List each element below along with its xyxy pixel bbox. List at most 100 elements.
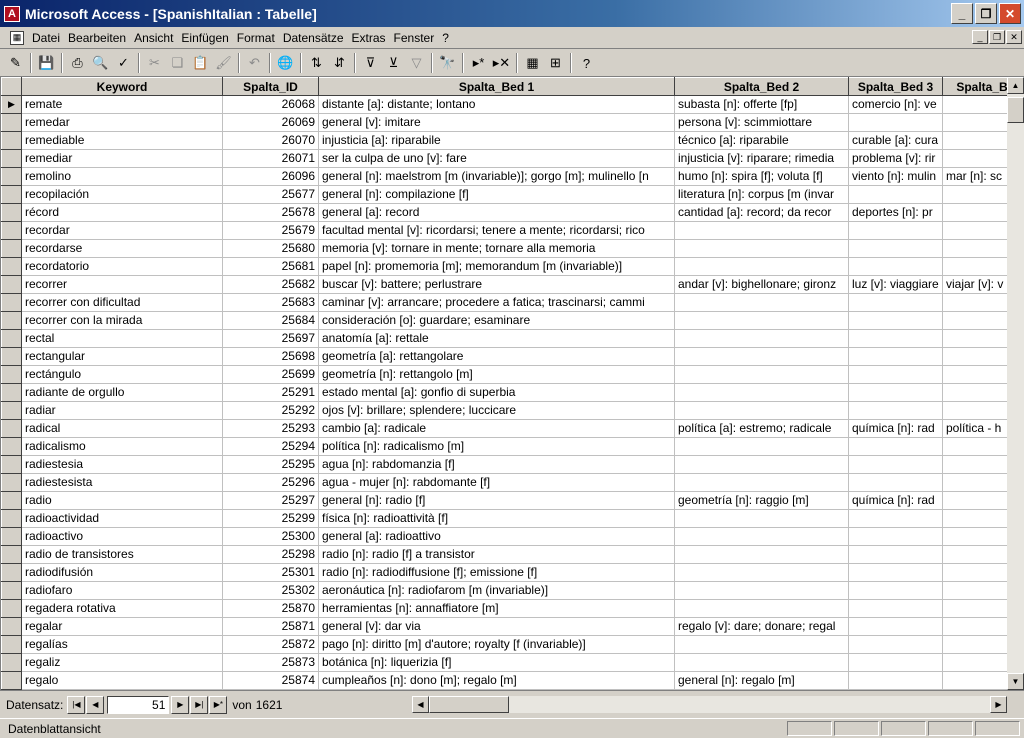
vertical-scrollbar[interactable]: ▲ ▼ — [1007, 77, 1024, 690]
cell-bed2[interactable] — [674, 257, 849, 276]
table-row[interactable]: radioactividad 25299 física [n]: radioatti… — [1, 509, 1007, 528]
cell-bed2[interactable] — [674, 347, 849, 366]
help-icon[interactable]: ? — [575, 52, 598, 74]
save-icon[interactable]: 💾 — [35, 52, 58, 74]
table-row[interactable]: regalar 25871 general [v]: dar via regalo [… — [1, 617, 1007, 636]
cell-bed2[interactable] — [674, 365, 849, 384]
record-selector[interactable] — [1, 455, 22, 474]
cell-bed1[interactable]: facultad mental [v]: ricordarsi; tenere … — [318, 221, 675, 240]
cell-bed3[interactable]: comercio [n]: ve — [848, 95, 943, 114]
cell-bed4[interactable] — [942, 437, 1007, 456]
cell-keyword[interactable]: recordatorio — [21, 257, 223, 276]
cell-keyword[interactable]: regalar — [21, 617, 223, 636]
cell-keyword[interactable]: remate — [21, 95, 223, 114]
record-selector[interactable] — [1, 437, 22, 456]
sort-descending-icon[interactable]: ⇵ — [328, 52, 351, 74]
record-selector[interactable] — [1, 203, 22, 222]
find-icon[interactable]: 🔭 — [436, 52, 459, 74]
cell-bed4[interactable] — [942, 383, 1007, 402]
scroll-right-button[interactable]: ▶ — [990, 696, 1007, 713]
record-selector[interactable] — [1, 167, 22, 186]
cell-bed1[interactable]: geometría [a]: rettangolare — [318, 347, 675, 366]
menu-help[interactable]: ? — [438, 31, 453, 45]
cell-keyword[interactable]: regaliz — [21, 653, 223, 672]
cell-bed1[interactable]: anatomía [a]: rettale — [318, 329, 675, 348]
cell-bed1[interactable]: general [v]: dar via — [318, 617, 675, 636]
cell-bed4[interactable] — [942, 239, 1007, 258]
cell-spalta-id[interactable]: 25679 — [222, 221, 319, 240]
cell-bed3[interactable] — [848, 455, 943, 474]
cell-keyword[interactable]: recordar — [21, 221, 223, 240]
cell-bed1[interactable]: general [n]: radio [f] — [318, 491, 675, 510]
cell-bed2[interactable] — [674, 581, 849, 600]
table-row[interactable]: radiante de orgullo 25291 estado mental [a… — [1, 383, 1007, 402]
cell-bed4[interactable] — [942, 365, 1007, 384]
scroll-left-button[interactable]: ◀ — [412, 696, 429, 713]
cell-bed2[interactable] — [674, 545, 849, 564]
cell-keyword[interactable]: récord — [21, 203, 223, 222]
cell-spalta-id[interactable]: 25870 — [222, 599, 319, 618]
cell-bed4[interactable] — [942, 185, 1007, 204]
filter-by-selection-icon[interactable]: ⊽ — [359, 52, 382, 74]
column-header-spalta-id[interactable]: Spalta_ID — [222, 77, 319, 96]
cell-bed4[interactable] — [942, 329, 1007, 348]
cell-bed2[interactable]: humo [n]: spira [f]; voluta [f] — [674, 167, 849, 186]
record-selector[interactable] — [1, 275, 22, 294]
cell-bed4[interactable] — [942, 635, 1007, 654]
table-row[interactable]: radio de transistores 25298 radio [n]: rad… — [1, 545, 1007, 564]
cell-bed1[interactable]: botánica [n]: liquerizia [f] — [318, 653, 675, 672]
cell-keyword[interactable]: radio — [21, 491, 223, 510]
format-painter-icon[interactable]: 🖌 — [212, 52, 235, 74]
cell-bed1[interactable]: injusticia [a]: riparabile — [318, 131, 675, 150]
cell-bed2[interactable] — [674, 653, 849, 672]
cell-bed4[interactable] — [942, 581, 1007, 600]
cell-keyword[interactable]: recordarse — [21, 239, 223, 258]
apply-filter-icon[interactable]: ▽ — [405, 52, 428, 74]
cell-spalta-id[interactable]: 25698 — [222, 347, 319, 366]
record-selector[interactable] — [1, 563, 22, 582]
new-record-icon[interactable]: ▸* — [467, 52, 490, 74]
cell-bed2[interactable]: persona [v]: scimmiottare — [674, 113, 849, 132]
cell-bed3[interactable] — [848, 113, 943, 132]
cell-spalta-id[interactable]: 25302 — [222, 581, 319, 600]
cell-bed2[interactable] — [674, 293, 849, 312]
record-selector[interactable] — [1, 221, 22, 240]
filter-by-form-icon[interactable]: ⊻ — [382, 52, 405, 74]
cell-bed4[interactable] — [942, 347, 1007, 366]
cell-spalta-id[interactable]: 25682 — [222, 275, 319, 294]
cell-keyword[interactable]: regadera rotativa — [21, 599, 223, 618]
cell-keyword[interactable]: radiar — [21, 401, 223, 420]
cell-bed1[interactable]: buscar [v]: battere; perlustrare — [318, 275, 675, 294]
column-header-bed2[interactable]: Spalta_Bed 2 — [674, 77, 849, 96]
record-selector[interactable] — [1, 311, 22, 330]
cell-spalta-id[interactable]: 25291 — [222, 383, 319, 402]
current-record-input[interactable]: 51 — [107, 695, 170, 714]
table-row[interactable]: regalías 25872 pago [n]: diritto [m] d'aut… — [1, 635, 1007, 654]
cell-bed3[interactable] — [848, 383, 943, 402]
table-row[interactable]: rectangular 25698 geometría [a]: rettangol… — [1, 347, 1007, 366]
cell-bed4[interactable] — [942, 293, 1007, 312]
table-row[interactable]: radiestesia 25295 agua [n]: rabdomanzia [f… — [1, 455, 1007, 474]
cell-keyword[interactable]: radiestesista — [21, 473, 223, 492]
cell-bed2[interactable] — [674, 473, 849, 492]
select-all-corner[interactable] — [1, 77, 22, 96]
cut-icon[interactable]: ✂ — [143, 52, 166, 74]
cell-bed3[interactable] — [848, 563, 943, 582]
cell-bed4[interactable] — [942, 131, 1007, 150]
database-window-icon[interactable]: ▦ — [521, 52, 544, 74]
cell-spalta-id[interactable]: 25680 — [222, 239, 319, 258]
cell-bed4[interactable] — [942, 311, 1007, 330]
record-selector[interactable] — [1, 509, 22, 528]
table-row[interactable]: ▶ remate 26068 distante [a]: distante; lont… — [1, 95, 1007, 114]
cell-spalta-id[interactable]: 25293 — [222, 419, 319, 438]
record-selector[interactable] — [1, 113, 22, 132]
cell-bed3[interactable]: química [n]: rad — [848, 491, 943, 510]
cell-keyword[interactable]: regalo — [21, 671, 223, 690]
table-row[interactable]: recordar 25679 facultad mental [v]: ricord… — [1, 221, 1007, 240]
cell-bed2[interactable] — [674, 635, 849, 654]
cell-bed1[interactable]: cumpleaños [n]: dono [m]; regalo [m] — [318, 671, 675, 690]
record-selector[interactable] — [1, 239, 22, 258]
cell-spalta-id[interactable]: 25697 — [222, 329, 319, 348]
cell-bed3[interactable] — [848, 257, 943, 276]
minimize-button[interactable]: _ — [951, 3, 973, 24]
